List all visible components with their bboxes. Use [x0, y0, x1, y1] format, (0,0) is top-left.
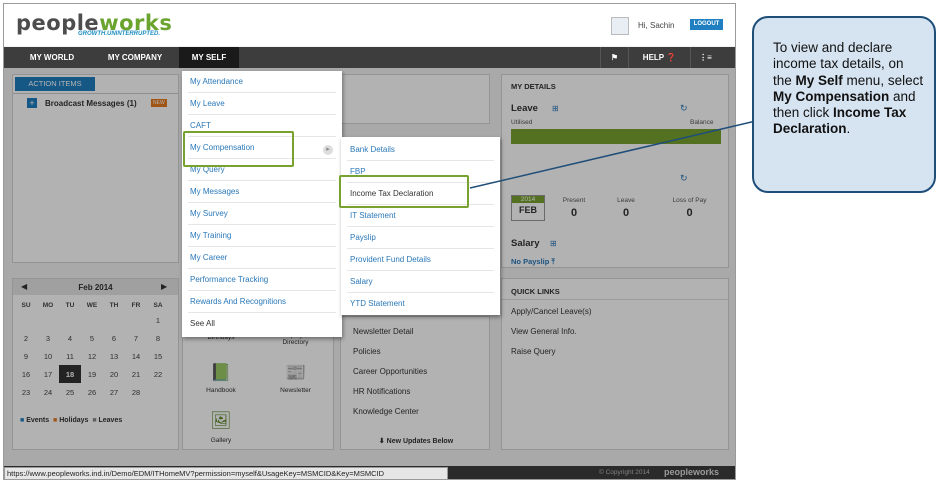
instruction-callout: To view and declare income tax details, … [752, 16, 936, 193]
